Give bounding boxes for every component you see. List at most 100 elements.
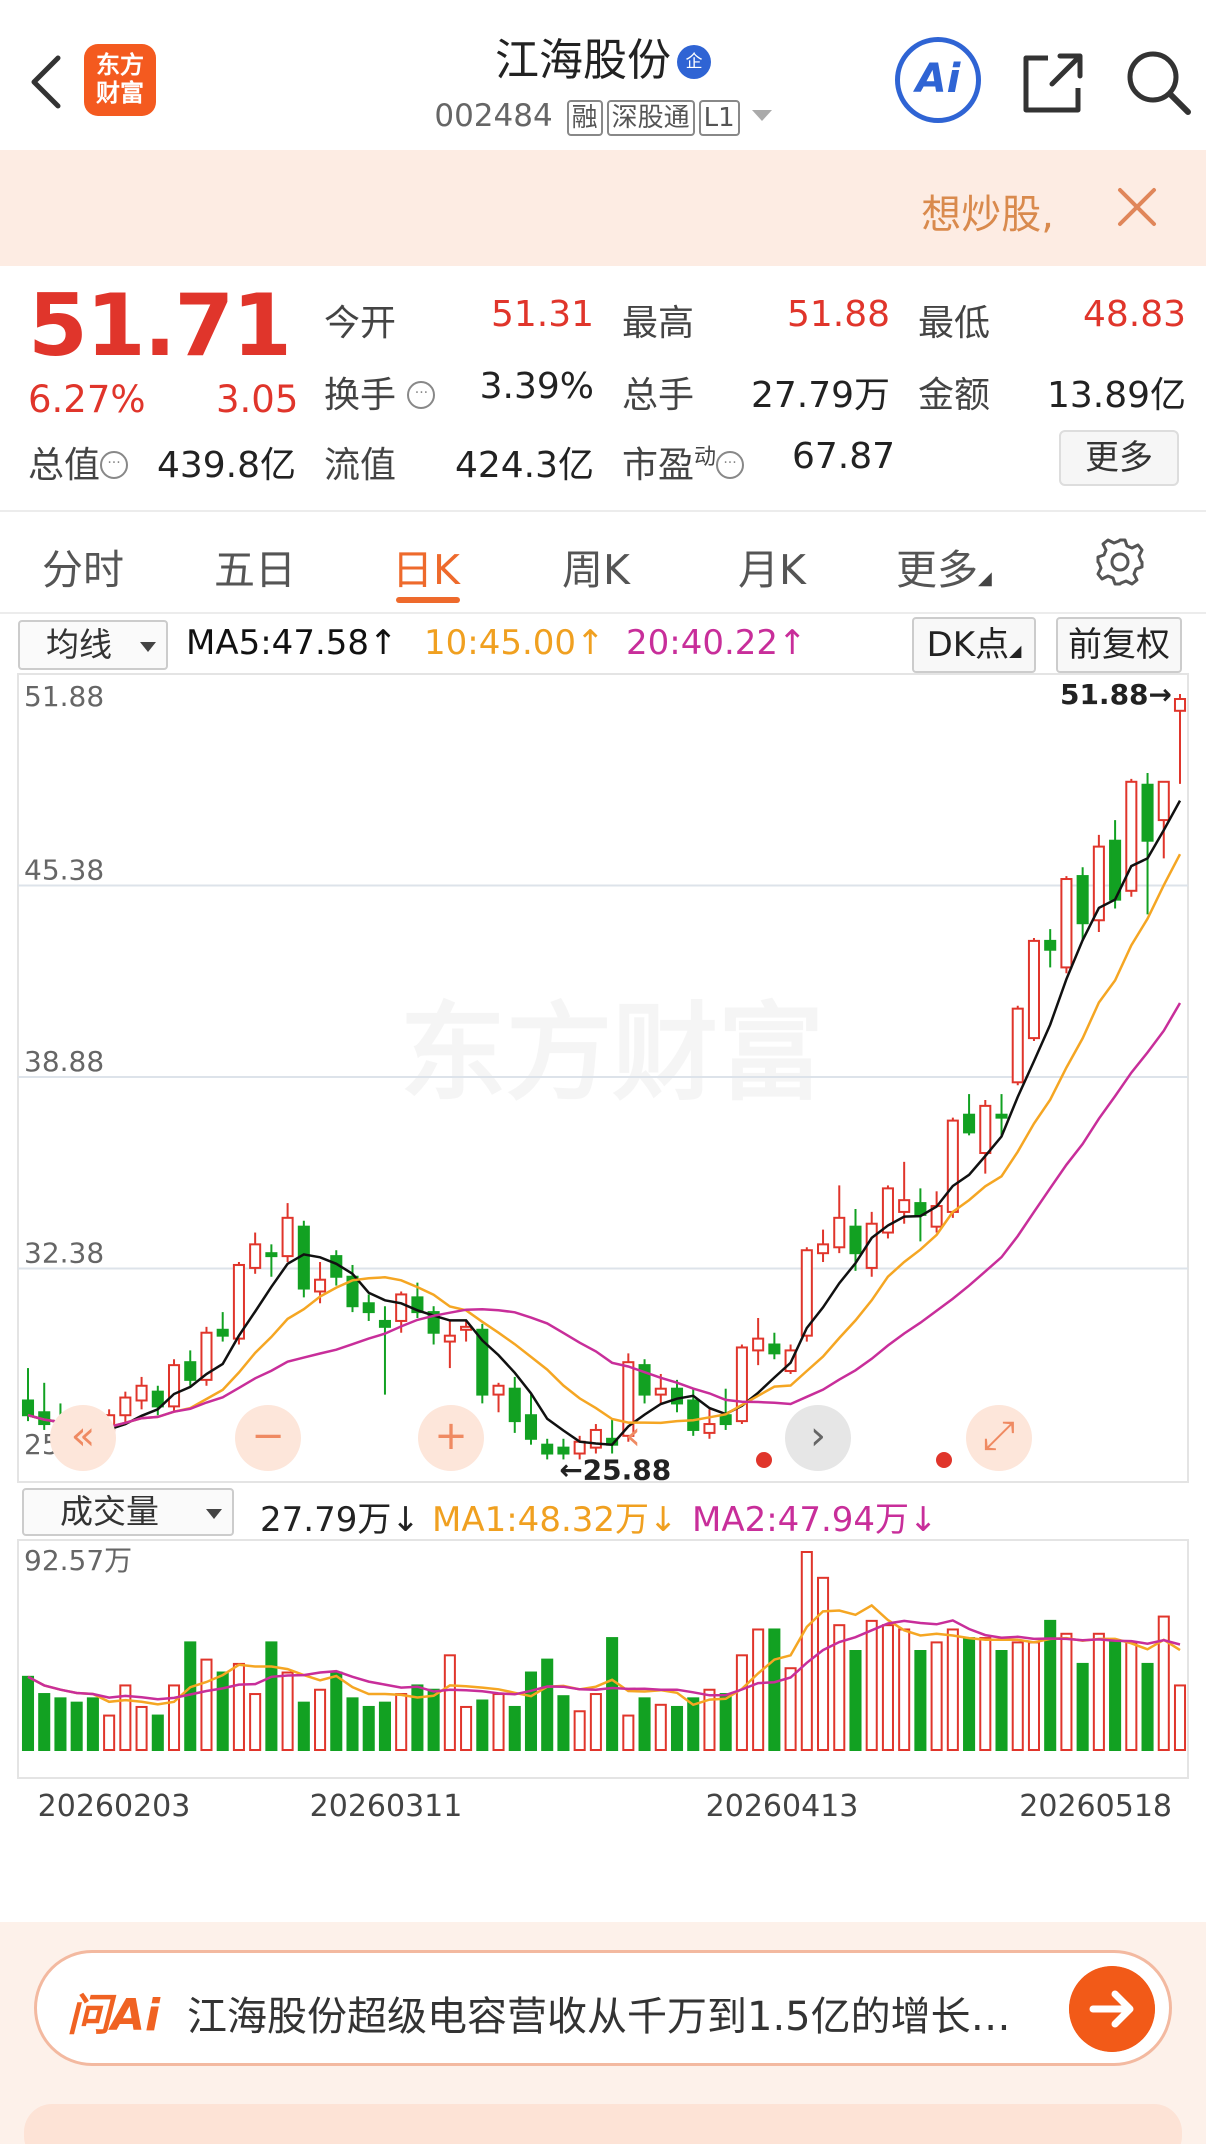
candle-body bbox=[638, 1364, 651, 1396]
scroll-left-button[interactable]: « bbox=[50, 1405, 116, 1471]
volume-bar bbox=[541, 1658, 554, 1752]
y-tick-label: 32.38 bbox=[24, 1237, 104, 1270]
candle-body bbox=[573, 1440, 586, 1455]
volume-indicator-value: 成交量 bbox=[60, 1492, 159, 1531]
candle-body bbox=[1157, 780, 1170, 822]
info-dots-icon[interactable]: ··· bbox=[100, 451, 129, 479]
next-button[interactable]: › bbox=[785, 1405, 851, 1471]
volume-bar bbox=[378, 1701, 391, 1752]
zoom-in-button[interactable]: + bbox=[418, 1405, 484, 1471]
volume-now: 27.79万↓ bbox=[260, 1492, 420, 1541]
fullscreen-button[interactable]: ⤢ bbox=[966, 1405, 1032, 1471]
pe-value: 67.87 bbox=[792, 436, 896, 477]
volume-bar bbox=[216, 1671, 229, 1751]
float-cap-label: 流值 bbox=[324, 445, 397, 486]
volume-bar bbox=[1011, 1641, 1024, 1751]
volume-bar bbox=[573, 1710, 586, 1751]
volume-bar bbox=[898, 1628, 911, 1752]
volume-bar bbox=[346, 1697, 359, 1751]
volume-bar bbox=[362, 1705, 375, 1752]
more-button[interactable]: 更多 bbox=[1059, 430, 1179, 486]
volume-bar bbox=[427, 1688, 440, 1752]
tab-more-label: 更多 bbox=[896, 546, 978, 594]
ai-assistant-button[interactable]: Ai bbox=[895, 37, 981, 123]
dk-point-button[interactable]: DK点◢ bbox=[912, 617, 1036, 673]
candle-body bbox=[865, 1222, 878, 1269]
ma5-text: MA5:47.58 bbox=[186, 623, 370, 663]
x-axis-label: 20260311 bbox=[310, 1789, 463, 1824]
tab-more[interactable]: 更多◢ bbox=[896, 536, 992, 596]
volume-bar bbox=[1076, 1662, 1089, 1751]
ma20-text: 20:40.22 bbox=[626, 623, 779, 663]
enterprise-badge: 企 bbox=[677, 45, 711, 79]
event-dot bbox=[756, 1452, 772, 1468]
adjust-button[interactable]: 前复权 bbox=[1056, 617, 1182, 673]
divider bbox=[0, 612, 1206, 614]
x-axis-label: 20260203 bbox=[38, 1789, 191, 1824]
volume-bar bbox=[395, 1693, 408, 1751]
market-cap-label-text: 总值 bbox=[28, 445, 101, 486]
candle-body bbox=[378, 1319, 391, 1328]
down-arrow-icon: ↓ bbox=[909, 1500, 938, 1540]
tab-monthly-k[interactable]: 月K bbox=[738, 536, 806, 596]
ai-question-bar[interactable]: 问Ai 江海股份超级电容营收从千万到1.5亿的增长… bbox=[34, 1950, 1172, 2066]
high-value: 51.88 bbox=[786, 294, 890, 335]
volume-bar bbox=[1125, 1641, 1138, 1751]
candle-body bbox=[768, 1343, 781, 1355]
volume-bar bbox=[638, 1697, 651, 1751]
low-value: 48.83 bbox=[1082, 294, 1186, 335]
volume-bar bbox=[963, 1637, 976, 1752]
chevron-down-icon[interactable] bbox=[751, 110, 772, 121]
arrow-right-icon[interactable] bbox=[1069, 1966, 1155, 2052]
candle-body bbox=[167, 1364, 181, 1408]
volume-bar bbox=[849, 1650, 862, 1751]
ma20-value: 20:40.22↑ bbox=[626, 623, 807, 663]
volume-bar bbox=[249, 1693, 262, 1751]
info-dots-icon[interactable]: ··· bbox=[716, 451, 745, 479]
stock-name: 江海股份 bbox=[495, 35, 671, 86]
close-icon[interactable] bbox=[1112, 178, 1162, 234]
tag-level: L1 bbox=[698, 100, 740, 136]
candle-body bbox=[281, 1216, 294, 1258]
kline-chart[interactable]: 东方财富 51.8845.3838.8832.3825.88 51.88→←25… bbox=[0, 670, 1206, 1920]
share-icon[interactable] bbox=[1018, 48, 1088, 118]
tab-weekly-k[interactable]: 周K bbox=[562, 536, 630, 596]
gear-icon[interactable] bbox=[1094, 536, 1146, 588]
candle-body bbox=[524, 1414, 538, 1440]
volume-bar bbox=[508, 1705, 521, 1752]
turnover-label[interactable]: 换手 ··· bbox=[324, 366, 436, 418]
volume-bar bbox=[54, 1697, 67, 1751]
tag-margin: 融 bbox=[566, 100, 603, 136]
promo-banner[interactable]: 想炒股, bbox=[0, 150, 1206, 266]
volume-bar bbox=[476, 1699, 489, 1751]
indicator-select[interactable]: 均线 bbox=[18, 620, 168, 670]
divider bbox=[0, 510, 1206, 512]
tab-five-day[interactable]: 五日 bbox=[214, 536, 296, 596]
pe-label[interactable]: 市盈动 ··· bbox=[622, 436, 745, 488]
low-label: 最低 bbox=[918, 303, 991, 344]
stock-code: 002484 bbox=[434, 98, 553, 134]
x-axis-labels: 20260203 20260311 20260413 20260518 bbox=[38, 1789, 1172, 1824]
market-cap-label[interactable]: 总值 ··· bbox=[28, 436, 129, 488]
candle-body bbox=[249, 1243, 262, 1269]
bottom-card-peek bbox=[24, 2104, 1182, 2144]
turnover-value: 3.39% bbox=[479, 366, 594, 407]
candle-body bbox=[1076, 875, 1089, 925]
volume-bar bbox=[784, 1667, 797, 1752]
search-icon[interactable] bbox=[1122, 46, 1194, 118]
dropdown-triangle-icon bbox=[206, 1509, 222, 1519]
volume-bar bbox=[752, 1628, 765, 1752]
prev-button[interactable]: ‹ bbox=[600, 1405, 666, 1471]
info-dots-icon[interactable]: ··· bbox=[407, 381, 436, 409]
volume-bar bbox=[151, 1714, 164, 1751]
tab-daily-k[interactable]: 日K bbox=[392, 536, 460, 596]
volume-label: 总手 bbox=[622, 375, 695, 416]
volume-bar bbox=[135, 1705, 148, 1752]
tab-intraday[interactable]: 分时 bbox=[42, 536, 124, 596]
volume-indicator-select[interactable]: 成交量 bbox=[22, 1488, 234, 1536]
candle-body bbox=[395, 1293, 408, 1322]
dk-point-label: DK点 bbox=[926, 625, 1010, 665]
volume-bar bbox=[314, 1688, 327, 1752]
zoom-out-button[interactable]: − bbox=[235, 1405, 301, 1471]
volume-bar bbox=[670, 1705, 684, 1752]
